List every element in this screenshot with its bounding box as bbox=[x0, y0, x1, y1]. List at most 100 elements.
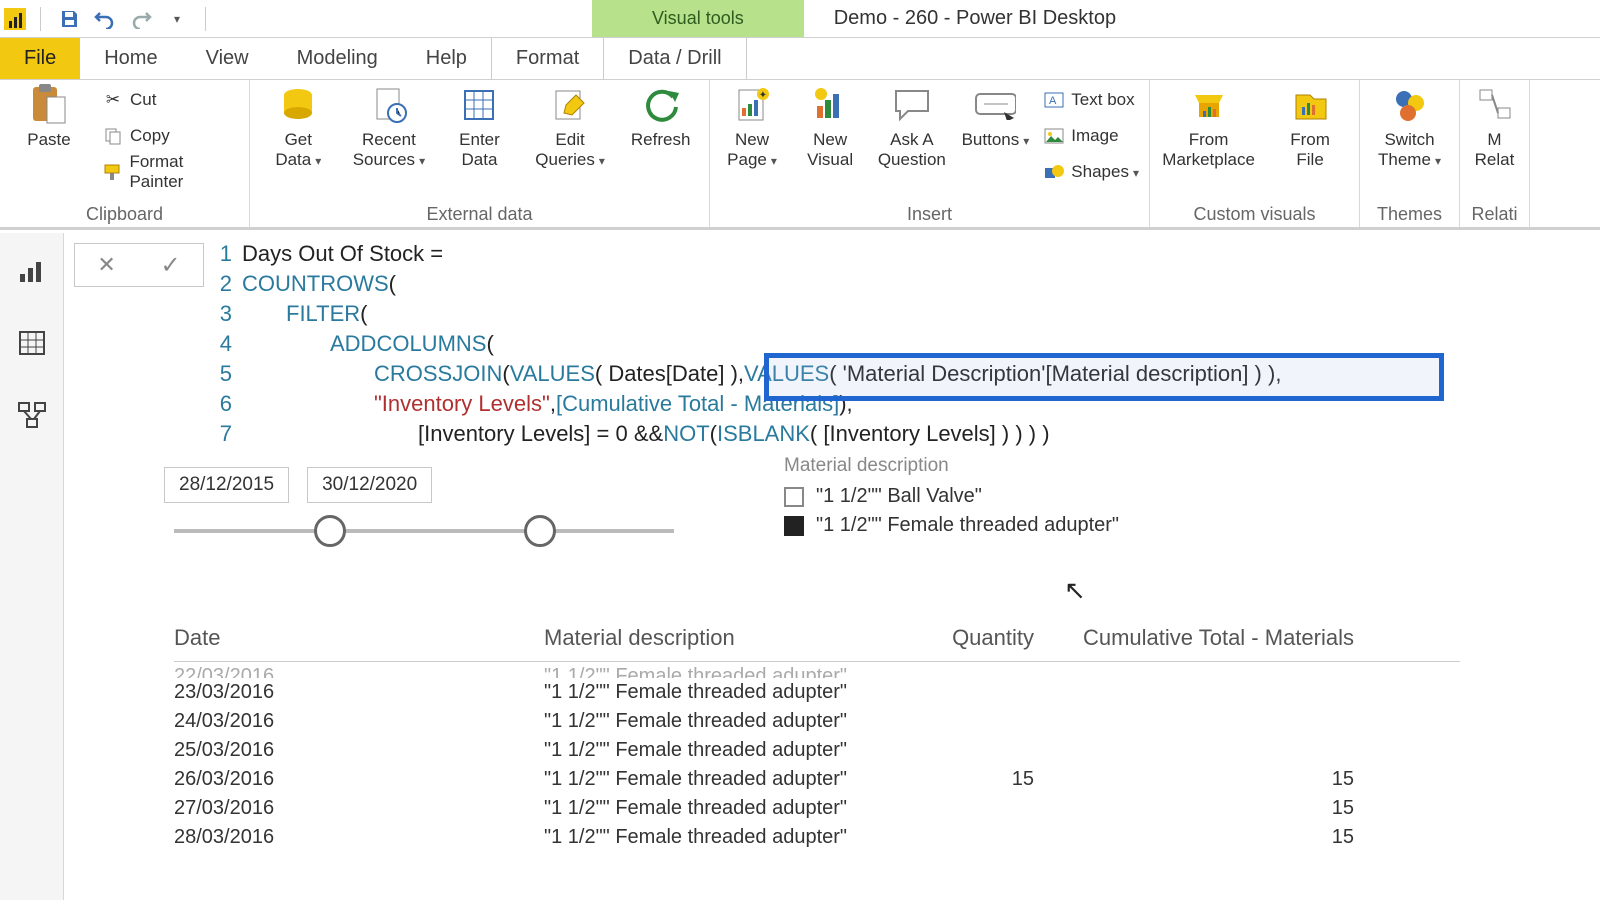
switch-theme-icon bbox=[1389, 84, 1431, 126]
paste-icon bbox=[28, 84, 70, 126]
col-date[interactable]: Date bbox=[174, 625, 544, 651]
copy-button[interactable]: Copy bbox=[102, 120, 239, 152]
copy-icon bbox=[102, 125, 124, 147]
new-visual-icon bbox=[809, 84, 851, 126]
date-to-input[interactable]: 30/12/2020 bbox=[307, 467, 432, 503]
dax-editor[interactable]: 1Days Out Of Stock = 2COUNTROWS( 3FILTER… bbox=[214, 239, 1594, 449]
get-data-button[interactable]: Get Data bbox=[260, 84, 337, 169]
textbox-button[interactable]: AText box bbox=[1043, 84, 1139, 116]
col-desc[interactable]: Material description bbox=[544, 625, 924, 651]
paste-button[interactable]: Paste bbox=[10, 84, 88, 150]
ribbon-tabs: File Home View Modeling Help Format Data… bbox=[0, 38, 1600, 80]
table-row[interactable]: 27/03/2016"1 1/2"" Female threaded adupt… bbox=[174, 794, 1460, 823]
marketplace-icon bbox=[1188, 84, 1230, 126]
shapes-button[interactable]: Shapes bbox=[1043, 156, 1139, 188]
group-external-label: External data bbox=[260, 202, 699, 225]
ribbon: Paste ✂Cut Copy Format Painter Clipboard… bbox=[0, 80, 1600, 230]
table-row[interactable]: 24/03/2016"1 1/2"" Female threaded adupt… bbox=[174, 707, 1460, 736]
group-clipboard-label: Clipboard bbox=[10, 202, 239, 225]
data-view-icon[interactable] bbox=[14, 325, 50, 361]
relationships-icon bbox=[1474, 84, 1516, 126]
shapes-icon bbox=[1043, 161, 1065, 183]
cancel-formula-icon[interactable]: ✕ bbox=[97, 252, 115, 278]
tab-file[interactable]: File bbox=[0, 38, 80, 79]
material-option-1[interactable]: "1 1/2"" Ball Valve" bbox=[784, 485, 1119, 508]
commit-formula-icon[interactable]: ✓ bbox=[161, 251, 181, 280]
title-bar: ▾ Visual tools Demo - 260 - Power BI Des… bbox=[0, 0, 1600, 38]
table-row[interactable]: 28/03/2016"1 1/2"" Female threaded adupt… bbox=[174, 823, 1460, 852]
enter-data-button[interactable]: Enter Data bbox=[441, 84, 518, 169]
from-file-icon bbox=[1289, 84, 1331, 126]
new-page-button[interactable]: ✦New Page bbox=[720, 84, 784, 169]
edit-queries-icon bbox=[549, 84, 591, 126]
checkbox-icon[interactable] bbox=[784, 487, 804, 507]
table-row[interactable]: 22/03/2016"1 1/2"" Female threaded adupt… bbox=[174, 662, 1460, 678]
switch-theme-button[interactable]: Switch Theme bbox=[1370, 84, 1449, 169]
redo-icon[interactable] bbox=[127, 5, 155, 33]
edit-queries-button[interactable]: Edit Queries bbox=[532, 84, 609, 169]
table-header: Date Material description Quantity Cumul… bbox=[174, 625, 1460, 662]
textbox-icon: A bbox=[1043, 89, 1065, 111]
new-visual-button[interactable]: New Visual bbox=[798, 84, 862, 169]
tab-modeling[interactable]: Modeling bbox=[273, 38, 402, 79]
group-themes-label: Themes bbox=[1370, 202, 1449, 225]
refresh-button[interactable]: Refresh bbox=[622, 84, 699, 150]
view-rail bbox=[0, 233, 64, 900]
tab-help[interactable]: Help bbox=[402, 38, 491, 79]
table-row[interactable]: 26/03/2016"1 1/2"" Female threaded adupt… bbox=[174, 765, 1460, 794]
date-slicer[interactable]: 28/12/2015 30/12/2020 bbox=[164, 467, 674, 533]
qat-dropdown-icon[interactable]: ▾ bbox=[163, 5, 191, 33]
cut-button[interactable]: ✂Cut bbox=[102, 84, 239, 116]
report-view-icon[interactable] bbox=[14, 253, 50, 289]
formula-controls: ✕ ✓ bbox=[74, 243, 204, 287]
tab-view[interactable]: View bbox=[182, 38, 273, 79]
format-painter-button[interactable]: Format Painter bbox=[102, 156, 239, 188]
image-icon bbox=[1043, 125, 1065, 147]
image-button[interactable]: Image bbox=[1043, 120, 1139, 152]
refresh-icon bbox=[640, 84, 682, 126]
recent-sources-button[interactable]: Recent Sources bbox=[351, 84, 428, 169]
new-page-icon: ✦ bbox=[731, 84, 773, 126]
ask-question-icon bbox=[891, 84, 933, 126]
from-marketplace-button[interactable]: From Marketplace bbox=[1160, 84, 1257, 169]
table-row[interactable]: 25/03/2016"1 1/2"" Female threaded adupt… bbox=[174, 736, 1460, 765]
ask-question-button[interactable]: Ask A Question bbox=[876, 84, 947, 169]
group-insert-label: Insert bbox=[720, 202, 1139, 225]
model-view-icon[interactable] bbox=[14, 397, 50, 433]
col-cum[interactable]: Cumulative Total - Materials bbox=[1044, 625, 1364, 651]
save-icon[interactable] bbox=[55, 5, 83, 33]
from-file-button[interactable]: From File bbox=[1271, 84, 1349, 169]
buttons-button[interactable]: Buttons bbox=[962, 84, 1030, 150]
data-table[interactable]: Date Material description Quantity Cumul… bbox=[174, 625, 1460, 852]
group-rel-label: Relati bbox=[1470, 202, 1519, 225]
format-painter-icon bbox=[102, 161, 123, 183]
material-slicer[interactable]: Material description "1 1/2"" Ball Valve… bbox=[784, 455, 1119, 543]
app-icon bbox=[4, 8, 26, 30]
recent-sources-icon bbox=[368, 84, 410, 126]
svg-text:A: A bbox=[1049, 95, 1057, 107]
enter-data-icon bbox=[458, 84, 500, 126]
manage-relationships-button[interactable]: M Relat bbox=[1470, 84, 1519, 169]
checkbox-checked-icon[interactable] bbox=[784, 516, 804, 536]
contextual-tab-visual-tools: Visual tools bbox=[592, 0, 804, 37]
get-data-icon bbox=[277, 84, 319, 126]
mouse-cursor-icon: ↖ bbox=[1064, 575, 1086, 606]
date-slider-track[interactable] bbox=[174, 529, 674, 533]
svg-text:✦: ✦ bbox=[759, 90, 767, 101]
material-option-2[interactable]: "1 1/2"" Female threaded adupter" bbox=[784, 514, 1119, 537]
table-row[interactable]: 23/03/2016"1 1/2"" Female threaded adupt… bbox=[174, 678, 1460, 707]
date-from-input[interactable]: 28/12/2015 bbox=[164, 467, 289, 503]
tab-datadrill[interactable]: Data / Drill bbox=[604, 38, 746, 79]
col-qty[interactable]: Quantity bbox=[924, 625, 1044, 651]
tab-format[interactable]: Format bbox=[491, 38, 604, 79]
material-slicer-title: Material description bbox=[784, 455, 1119, 477]
document-title: Demo - 260 - Power BI Desktop bbox=[804, 0, 1600, 37]
report-canvas[interactable]: 28/12/2015 30/12/2020 Material descripti… bbox=[64, 455, 1600, 900]
date-slider-from-handle[interactable] bbox=[314, 515, 346, 547]
group-custom-label: Custom visuals bbox=[1160, 202, 1349, 225]
date-slider-to-handle[interactable] bbox=[524, 515, 556, 547]
buttons-icon bbox=[974, 84, 1016, 126]
undo-icon[interactable] bbox=[91, 5, 119, 33]
cut-icon: ✂ bbox=[102, 89, 124, 111]
tab-home[interactable]: Home bbox=[80, 38, 181, 79]
